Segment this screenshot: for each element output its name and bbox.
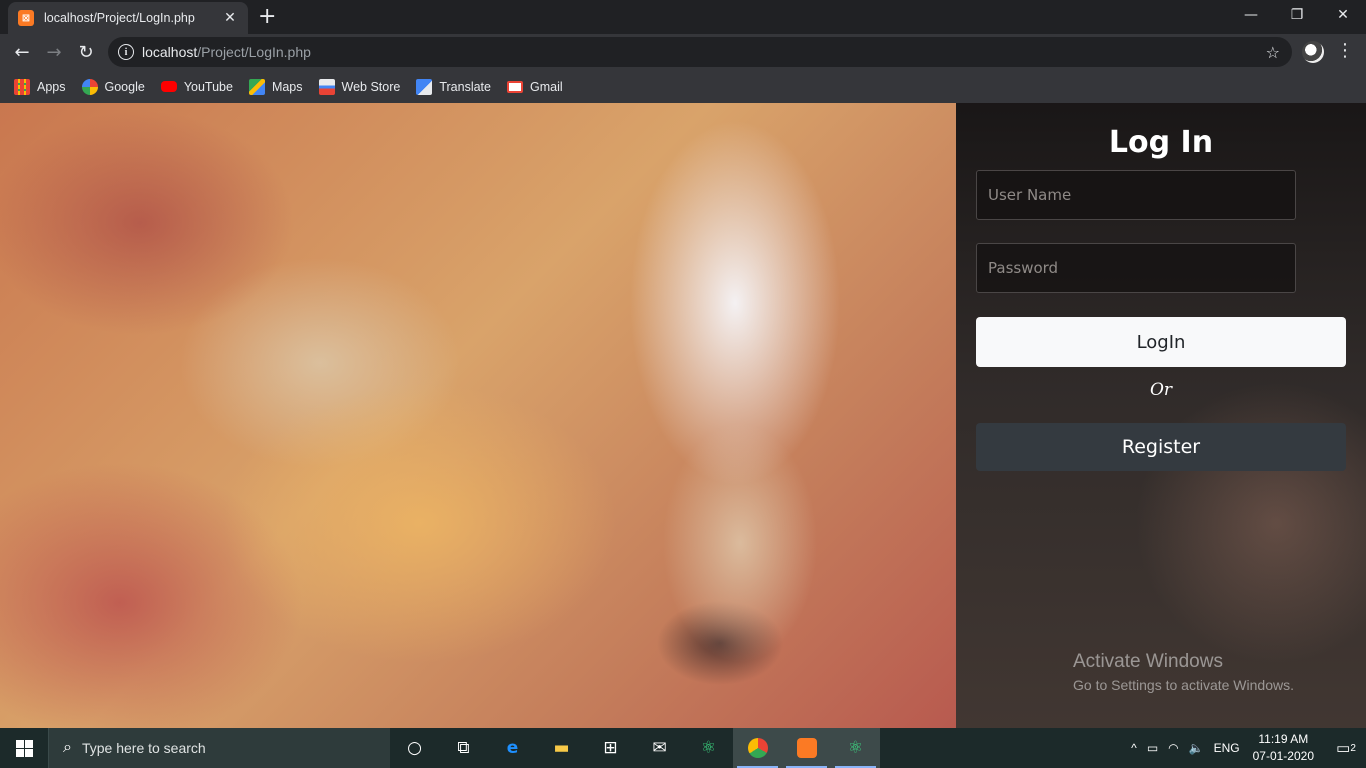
register-button[interactable]: Register <box>976 423 1346 471</box>
password-input[interactable] <box>976 243 1296 293</box>
notification-center-icon[interactable]: ▭ 2 <box>1326 728 1366 768</box>
clock[interactable]: 11:19 AM 07-01-2020 <box>1253 731 1314 765</box>
page-content: Log In LogIn Or Register Activate Window… <box>0 103 1366 728</box>
bookmark-gmail[interactable]: Gmail <box>507 80 563 94</box>
notification-count: 2 <box>1350 742 1356 754</box>
volume-icon[interactable]: 🔈 <box>1189 741 1204 755</box>
minimize-button[interactable]: — <box>1228 0 1274 30</box>
file-explorer-icon[interactable]: ▬ <box>537 728 586 768</box>
bookmark-maps[interactable]: Maps <box>248 78 303 95</box>
bookmark-star-icon[interactable]: ☆ <box>1266 43 1280 62</box>
atom-icon[interactable]: ⚛ <box>684 728 733 768</box>
login-button[interactable]: LogIn <box>976 317 1346 367</box>
clock-date: 07-01-2020 <box>1252 749 1314 763</box>
translate-icon <box>416 78 433 95</box>
tab-title: localhost/Project/LogIn.php <box>44 11 195 25</box>
background-photo <box>0 103 956 728</box>
chevron-up-icon[interactable]: ^ <box>1131 741 1137 755</box>
browser-toolbar: ← → ↻ i localhost/Project/LogIn.php ☆ ⋮ <box>0 34 1366 70</box>
bookmark-web-store[interactable]: Web Store <box>318 78 401 95</box>
system-tray: ^ ▭ ◠ 🔈 ENG 11:19 AM 07-01-2020 ▭ 2 <box>1126 728 1366 768</box>
windows-taskbar: ⌕ Type here to search ○ ⧉ e ▬ ⊞ ✉ ⚛ ⚛ ^ … <box>0 728 1366 768</box>
address-host: localhost <box>142 44 198 60</box>
close-tab-icon[interactable]: ✕ <box>222 10 238 26</box>
xampp-icon: ⊠ <box>18 10 34 26</box>
watermark-title: Activate Windows <box>1073 651 1223 672</box>
youtube-icon <box>160 81 177 92</box>
address-bar[interactable]: i localhost/Project/LogIn.php ☆ <box>108 37 1292 67</box>
apps-grid-icon <box>14 78 30 95</box>
edge-icon[interactable]: e <box>488 728 537 768</box>
maps-icon <box>248 78 265 95</box>
bookmark-google[interactable]: Google <box>81 78 145 95</box>
close-window-button[interactable]: ✕ <box>1320 0 1366 30</box>
taskbar-search[interactable]: ⌕ Type here to search <box>48 728 390 768</box>
new-tab-button[interactable]: + <box>258 5 276 29</box>
google-icon <box>81 78 98 95</box>
maximize-button[interactable]: ❐ <box>1274 0 1320 30</box>
wifi-icon[interactable]: ◠ <box>1168 741 1178 755</box>
bookmark-youtube[interactable]: YouTube <box>160 79 233 94</box>
login-panel: Log In LogIn Or Register Activate Window… <box>956 103 1366 728</box>
site-info-icon[interactable]: i <box>118 44 134 60</box>
profile-avatar[interactable] <box>1302 41 1324 63</box>
store-icon[interactable]: ⊞ <box>586 728 635 768</box>
gmail-icon <box>507 80 523 93</box>
bookmark-translate[interactable]: Translate <box>416 78 491 95</box>
bookmark-label: Gmail <box>530 79 563 94</box>
mail-icon[interactable]: ✉ <box>635 728 684 768</box>
bookmark-label: YouTube <box>183 79 233 94</box>
search-placeholder: Type here to search <box>81 740 206 756</box>
language-indicator[interactable]: ENG <box>1214 741 1240 755</box>
or-separator: Or <box>1149 380 1173 400</box>
web-store-icon <box>318 78 335 95</box>
chrome-icon[interactable] <box>733 728 782 768</box>
start-button[interactable] <box>0 728 48 768</box>
bookmark-label: Maps <box>271 79 303 94</box>
windows-logo-icon <box>15 739 33 757</box>
bookmark-label: Google <box>104 79 145 94</box>
bookmarks-bar: Apps Google YouTube Maps Web Store Trans… <box>0 70 1366 103</box>
username-input[interactable] <box>976 170 1296 220</box>
forward-arrow-icon[interactable]: → <box>42 40 66 64</box>
back-arrow-icon[interactable]: ← <box>10 40 34 64</box>
bookmark-label: Web Store <box>341 79 401 94</box>
xampp-taskbar-icon[interactable] <box>782 728 831 768</box>
clock-time: 11:19 AM <box>1258 732 1309 746</box>
login-title: Log In <box>1108 125 1214 160</box>
watermark-subtitle: Go to Settings to activate Windows. <box>1073 677 1294 693</box>
task-view-icon[interactable]: ⧉ <box>439 728 488 768</box>
browser-tab[interactable]: ⊠ localhost/Project/LogIn.php ✕ <box>8 2 248 34</box>
bookmark-label: Apps <box>37 79 66 94</box>
address-path: /Project/LogIn.php <box>197 44 311 60</box>
bookmark-label: Translate <box>439 79 491 94</box>
bookmark-apps[interactable]: Apps <box>14 78 66 95</box>
search-icon: ⌕ <box>63 739 72 756</box>
menu-kebab-icon[interactable]: ⋮ <box>1336 40 1354 61</box>
atom-taskbar-icon[interactable]: ⚛ <box>831 728 880 768</box>
battery-icon[interactable]: ▭ <box>1147 741 1158 755</box>
reload-icon[interactable]: ↻ <box>74 40 98 64</box>
tab-strip: ⊠ localhost/Project/LogIn.php ✕ + — ❐ ✕ <box>0 0 1366 34</box>
cortana-icon[interactable]: ○ <box>390 728 439 768</box>
activate-windows-watermark: Activate Windows Go to Settings to activ… <box>1073 651 1294 693</box>
